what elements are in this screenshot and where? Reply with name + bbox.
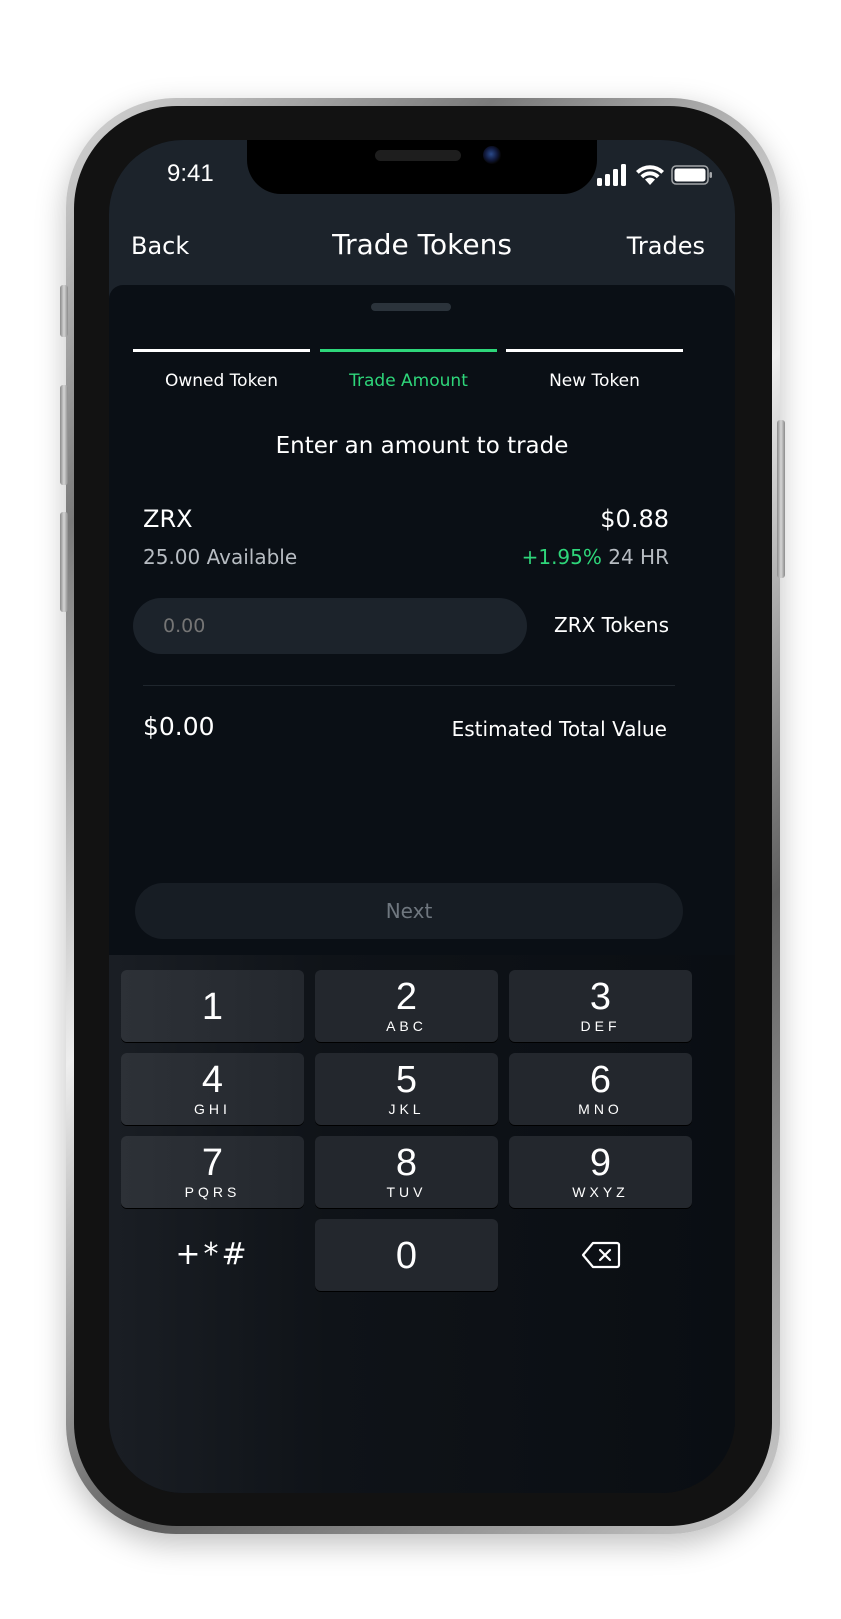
key-digit: 7 xyxy=(201,1142,224,1184)
step-label: Owned Token xyxy=(164,371,279,391)
token-change: +1.95% 24 HR xyxy=(522,545,669,569)
numeric-keypad: 1 2 ABC 3 DEF 4 GHI 5 JKL 6 MNO 7 PQRS 8… xyxy=(109,955,735,1493)
key-digit: 0 xyxy=(395,1235,418,1277)
status-time: 9:41 xyxy=(167,160,214,187)
key-5[interactable]: 5 JKL xyxy=(315,1053,498,1125)
key-digit: 8 xyxy=(395,1142,418,1184)
status-icons xyxy=(597,162,713,188)
key-digit: 3 xyxy=(589,976,612,1018)
step-bar xyxy=(506,349,683,352)
key-4[interactable]: 4 GHI xyxy=(121,1053,304,1125)
key-digit: 5 xyxy=(395,1059,418,1101)
step-label: Trade Amount xyxy=(349,371,468,391)
key-letters: ABC xyxy=(386,1018,427,1034)
amount-input[interactable] xyxy=(133,598,527,654)
key-letters: WXYZ xyxy=(572,1184,629,1200)
key-digit: 1 xyxy=(201,986,224,1028)
step-trade-amount[interactable]: Trade Amount xyxy=(320,349,497,409)
key-9[interactable]: 9 WXYZ xyxy=(509,1136,692,1208)
key-letters: PQRS xyxy=(184,1184,241,1200)
sheet-grabber[interactable] xyxy=(371,303,451,311)
token-symbol: ZRX xyxy=(143,505,193,533)
key-3[interactable]: 3 DEF xyxy=(509,970,692,1042)
estimated-total-label: Estimated Total Value xyxy=(451,717,667,741)
key-8[interactable]: 8 TUV xyxy=(315,1136,498,1208)
phone-screen: 9:41 Back Trade Tokens Trades Owned Toke… xyxy=(109,140,735,1493)
key-7[interactable]: 7 PQRS xyxy=(121,1136,304,1208)
key-2[interactable]: 2 ABC xyxy=(315,970,498,1042)
backspace-icon xyxy=(581,1241,620,1269)
key-digit: 4 xyxy=(201,1059,224,1101)
next-button[interactable]: Next xyxy=(135,883,683,939)
estimated-total-value: $0.00 xyxy=(143,712,215,741)
change-period: 24 HR xyxy=(608,545,669,569)
cellular-signal-icon xyxy=(597,164,626,186)
key-digit: 2 xyxy=(395,976,418,1018)
volume-down-button xyxy=(60,512,68,612)
key-6[interactable]: 6 MNO xyxy=(509,1053,692,1125)
key-symbols[interactable]: +*# xyxy=(121,1219,304,1291)
step-progress: Owned Token Trade Amount New Token xyxy=(133,349,684,409)
key-1[interactable]: 1 xyxy=(121,970,304,1042)
key-letters: GHI xyxy=(194,1101,231,1117)
step-owned-token[interactable]: Owned Token xyxy=(133,349,310,409)
trade-sheet: Owned Token Trade Amount New Token Enter… xyxy=(109,285,735,1493)
volume-up-button xyxy=(60,385,68,485)
key-letters: MNO xyxy=(578,1101,623,1117)
navigation-bar: Back Trade Tokens Trades xyxy=(109,224,735,274)
step-bar xyxy=(320,349,497,352)
key-letters: TUV xyxy=(386,1184,427,1200)
step-label: New Token xyxy=(549,371,640,391)
divider xyxy=(143,685,675,686)
key-0[interactable]: 0 xyxy=(315,1219,498,1291)
token-price: $0.88 xyxy=(600,505,669,533)
step-bar xyxy=(133,349,310,352)
mute-switch xyxy=(60,285,68,337)
notch xyxy=(247,140,597,194)
battery-icon xyxy=(671,165,712,185)
front-camera xyxy=(483,146,501,164)
key-digit: 9 xyxy=(589,1142,612,1184)
wifi-icon xyxy=(636,165,664,185)
key-delete[interactable] xyxy=(509,1219,692,1291)
amount-unit: ZRX Tokens xyxy=(554,613,669,637)
speaker-grille xyxy=(375,150,461,161)
trades-button[interactable]: Trades xyxy=(627,232,705,260)
power-button xyxy=(777,420,785,578)
token-available: 25.00 Available xyxy=(143,545,298,569)
step-new-token[interactable]: New Token xyxy=(506,349,683,409)
change-percent: +1.95% xyxy=(521,545,602,569)
trade-prompt: Enter an amount to trade xyxy=(275,433,569,459)
key-digit: 6 xyxy=(589,1059,612,1101)
key-letters: DEF xyxy=(580,1018,621,1034)
key-letters: JKL xyxy=(388,1101,425,1117)
